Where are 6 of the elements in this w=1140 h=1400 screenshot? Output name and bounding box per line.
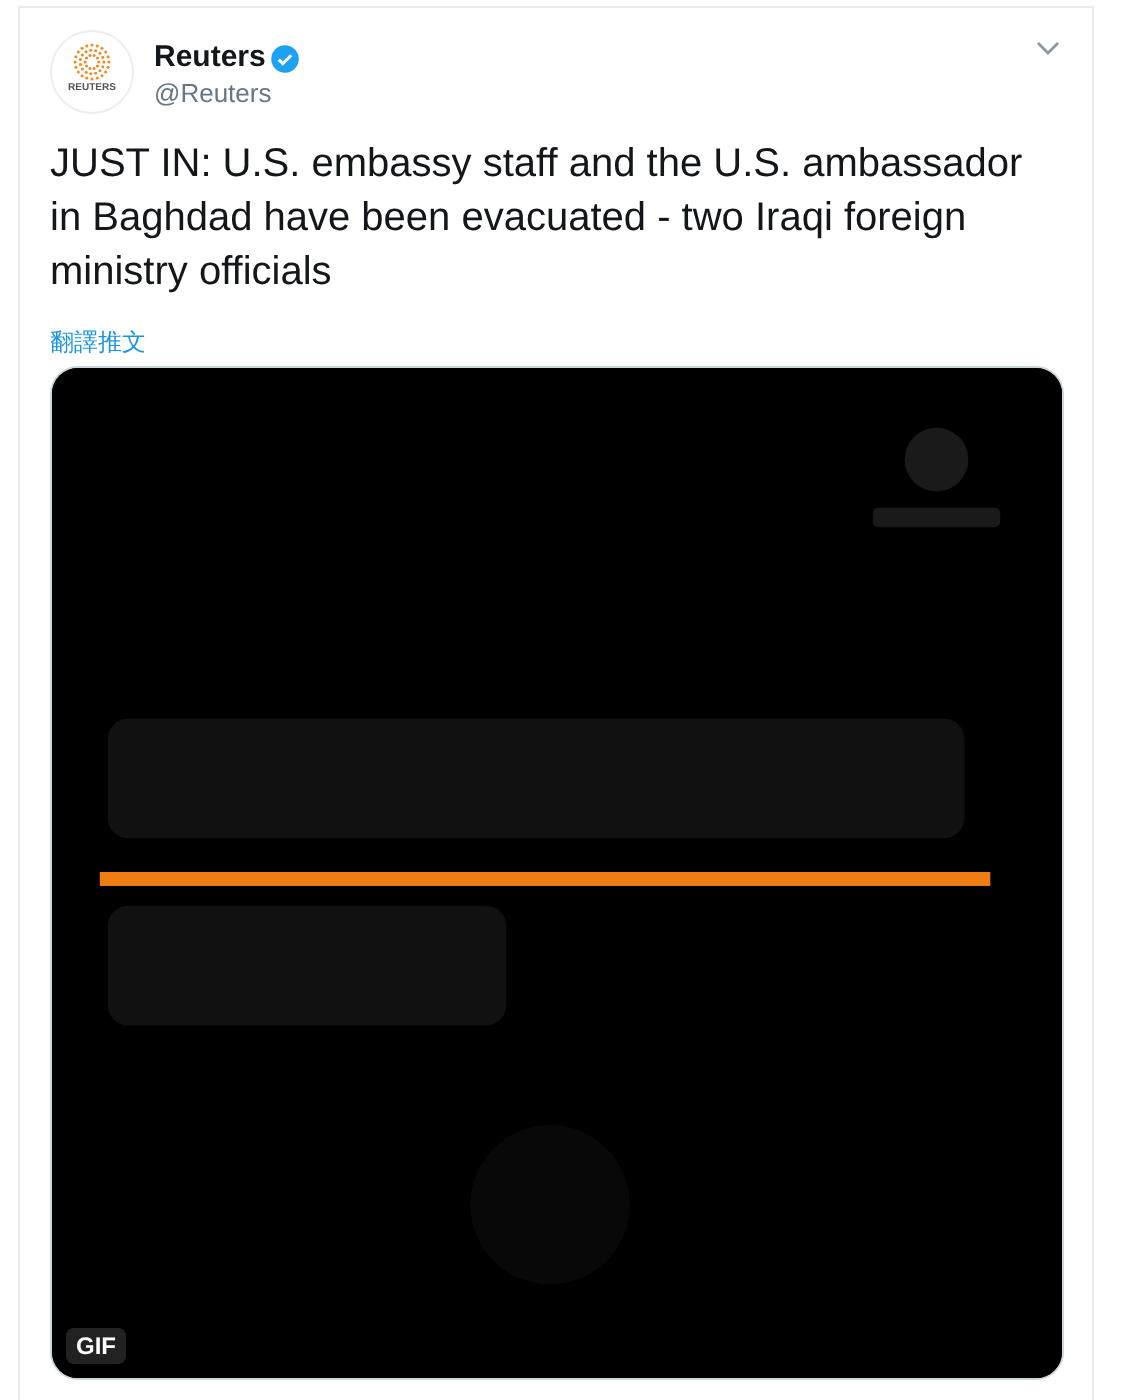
caret-icon[interactable] <box>1034 38 1062 58</box>
tweet-text: JUST IN: U.S. embassy staff and the U.S. ambassador in Baghdad have been evacuated - two Iraqi foreign ministry officials <box>50 140 1025 298</box>
author-name[interactable]: Reuters <box>154 40 266 76</box>
gif-badge: GIF <box>66 1328 126 1364</box>
author-handle[interactable]: @Reuters <box>154 76 300 112</box>
media-frame[interactable]: GIF <box>50 366 1064 1380</box>
